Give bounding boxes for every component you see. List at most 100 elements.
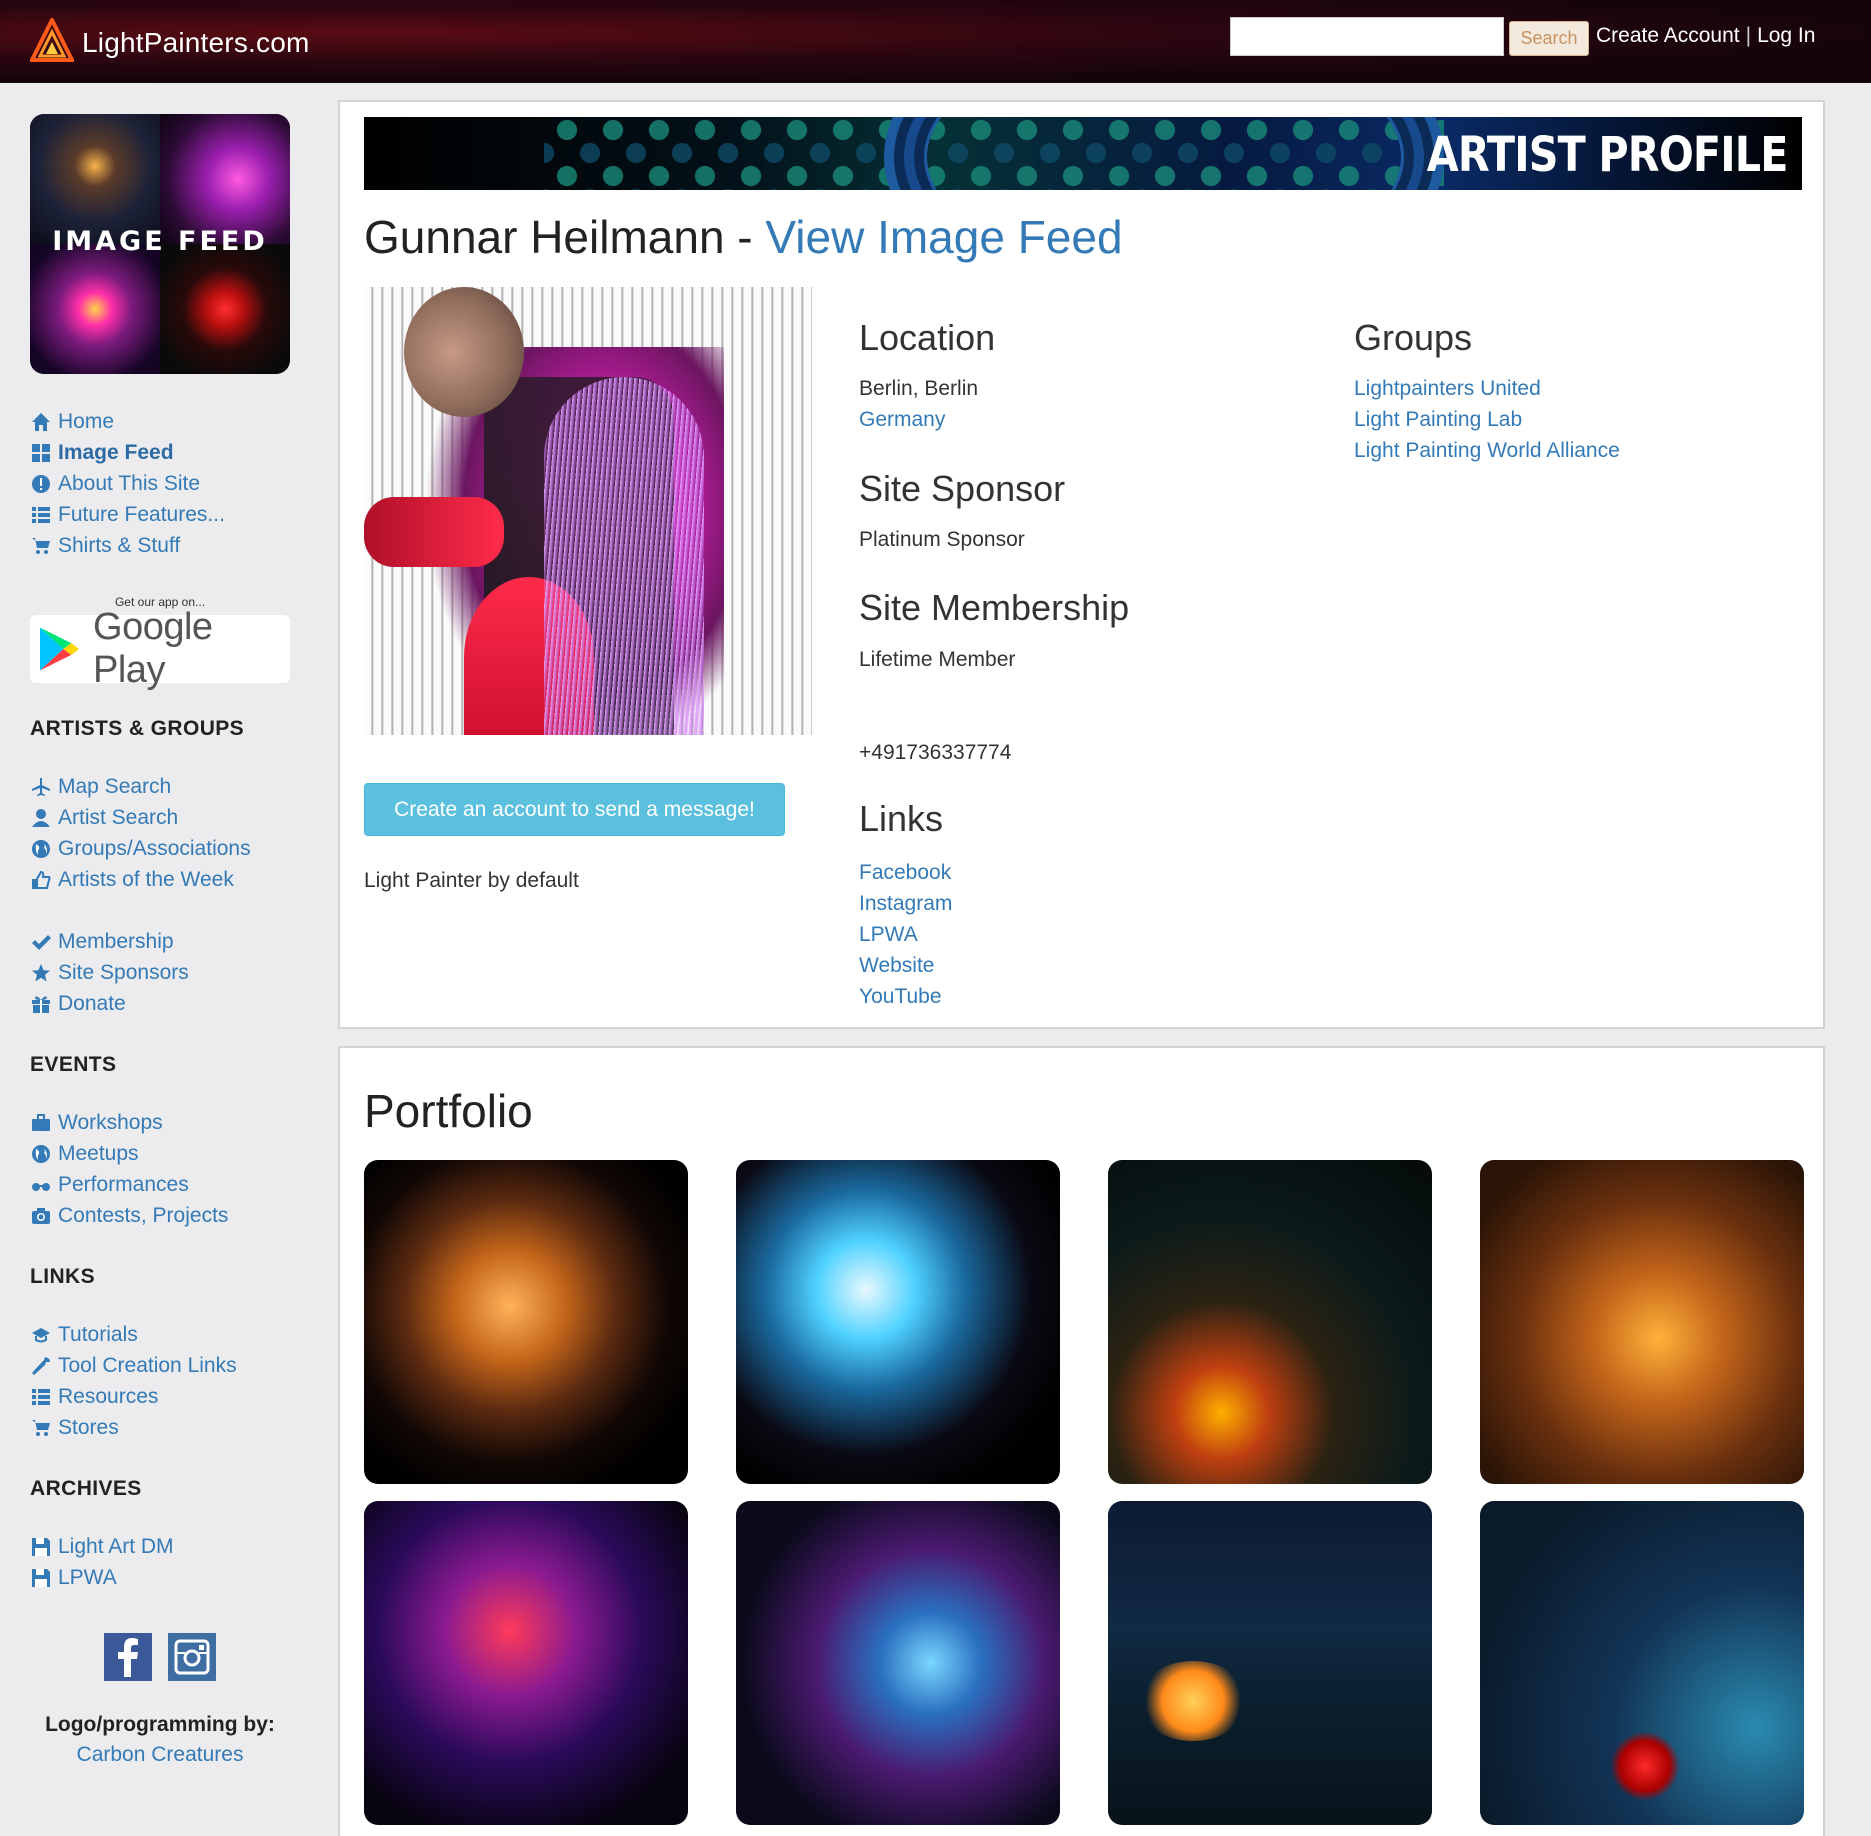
nav-label[interactable]: Image Feed [58,441,174,465]
globe-icon [30,1143,52,1165]
nav-label[interactable]: About This Site [58,472,200,496]
banner-image-1 [30,114,160,244]
nav-item-membership[interactable]: Membership [30,926,330,957]
group-link[interactable]: Lightpainters United [1354,373,1620,404]
nav-item-artists-of-week[interactable]: Artists of the Week [30,864,330,895]
create-account-link[interactable]: Create Account [1596,24,1740,47]
nav-label[interactable]: LPWA [58,1566,117,1590]
nav-label[interactable]: Groups/Associations [58,837,251,861]
nav-label[interactable]: Future Features... [58,503,225,527]
nav-label[interactable]: Stores [58,1416,119,1440]
search-button[interactable]: Search [1509,21,1589,56]
nav-item-meetups[interactable]: Meetups [30,1138,330,1169]
site-membership-heading: Site Membership [859,587,1130,628]
lpwa-link[interactable]: LPWA [859,919,952,950]
nav-item-performances[interactable]: Performances [30,1169,330,1200]
portfolio-thumbnail[interactable] [736,1160,1060,1484]
nav-label[interactable]: Contests, Projects [58,1204,228,1228]
nav-item-map-search[interactable]: Map Search [30,771,330,802]
portfolio-thumbnail[interactable] [1108,1160,1432,1484]
thumbs-up-icon [30,869,52,891]
nav-label[interactable]: Workshops [58,1111,163,1135]
nav-label[interactable]: Performances [58,1173,189,1197]
nav-item-workshops[interactable]: Workshops [30,1107,330,1138]
page-title: Gunnar Heilmann - View Image Feed [364,210,1123,264]
carbon-creatures-link[interactable]: Carbon Creatures [30,1743,290,1767]
floppy-icon [30,1536,52,1558]
nav-label[interactable]: Light Art DM [58,1535,174,1559]
portfolio-thumbnail[interactable] [1108,1501,1432,1825]
nav-item-future-features[interactable]: Future Features... [30,499,330,530]
sidebar: IMAGE FEED Home Image Feed About This Si… [30,114,330,1767]
instagram-link[interactable]: Instagram [859,888,952,919]
nav-item-contests[interactable]: Contests, Projects [30,1200,330,1231]
nav-item-site-sponsors[interactable]: Site Sponsors [30,957,330,988]
nav-item-shirts[interactable]: Shirts & Stuff [30,530,330,561]
nav-item-about[interactable]: About This Site [30,468,330,499]
group-link[interactable]: Light Painting World Alliance [1354,435,1620,466]
nav-label[interactable]: Tutorials [58,1323,138,1347]
log-in-link[interactable]: Log In [1757,24,1815,47]
nav-item-image-feed[interactable]: Image Feed [30,437,330,468]
send-message-button[interactable]: Create an account to send a message! [364,783,785,836]
credit-block: Logo/programming by: Carbon Creatures [30,1713,290,1767]
website-link[interactable]: Website [859,950,952,981]
nav-item-tool-creation[interactable]: Tool Creation Links [30,1350,330,1381]
check-icon [30,931,52,953]
nav-label[interactable]: Artist Search [58,806,178,830]
nav-label[interactable]: Artists of the Week [58,868,234,892]
membership-nav: Membership Site Sponsors Donate [30,926,330,1019]
artist-profile-panel: ARTIST PROFILE Gunnar Heilmann - View Im… [338,100,1825,1029]
thumbnail-boat-glow [1138,1661,1248,1741]
artist-profile-banner-title: ARTIST PROFILE [1427,127,1789,183]
portfolio-thumbnail[interactable] [1480,1501,1804,1825]
brand-home-link[interactable]: LightPainters.com [30,18,310,68]
portfolio-thumbnail[interactable] [364,1501,688,1825]
membership-level: Lifetime Member [859,648,1016,671]
nav-item-donate[interactable]: Donate [30,988,330,1019]
sponsor-level: Platinum Sponsor [859,528,1025,551]
location-country-link[interactable]: Germany [859,404,978,435]
nav-label[interactable]: Tool Creation Links [58,1354,237,1378]
nav-label[interactable]: Site Sponsors [58,961,189,985]
events-heading: EVENTS [30,1053,117,1076]
list-icon [30,1386,52,1408]
group-link[interactable]: Light Painting Lab [1354,404,1620,435]
nav-item-tutorials[interactable]: Tutorials [30,1319,330,1350]
instagram-icon[interactable] [168,1633,216,1681]
nav-item-home[interactable]: Home [30,406,330,437]
nav-label[interactable]: Donate [58,992,126,1016]
nav-label[interactable]: Map Search [58,775,171,799]
nav-item-lpwa[interactable]: LPWA [30,1562,330,1593]
nav-label[interactable]: Shirts & Stuff [58,534,180,558]
nav-item-artist-search[interactable]: Artist Search [30,802,330,833]
links-section: Links [859,798,943,840]
view-image-feed-link[interactable]: View Image Feed [765,211,1122,263]
facebook-icon[interactable] [104,1633,152,1681]
portfolio-thumbnail[interactable] [1480,1160,1804,1484]
links-list: Facebook Instagram LPWA Website YouTube [859,857,952,1012]
list-icon [30,504,52,526]
google-play-badge[interactable]: Google Play [30,606,290,691]
nav-item-stores[interactable]: Stores [30,1412,330,1443]
events-nav: Workshops Meetups Performances Contests,… [30,1107,330,1231]
nav-label[interactable]: Home [58,410,114,434]
grid-icon [30,442,52,464]
portfolio-thumbnail[interactable] [736,1501,1060,1825]
banner-image-2 [160,114,290,244]
artist-profile-banner: ARTIST PROFILE [364,117,1802,190]
nav-item-groups[interactable]: Groups/Associations [30,833,330,864]
nav-label[interactable]: Membership [58,930,174,954]
youtube-link[interactable]: YouTube [859,981,952,1012]
nav-item-light-art-dm[interactable]: Light Art DM [30,1531,330,1562]
banner-image-4 [160,244,290,374]
nav-label[interactable]: Meetups [58,1142,139,1166]
facebook-link[interactable]: Facebook [859,857,952,888]
nav-label[interactable]: Resources [58,1385,158,1409]
portfolio-thumbnail[interactable] [364,1160,688,1484]
phone-section: +491736337774 [859,737,1011,768]
search-input[interactable] [1230,17,1504,56]
credit-label: Logo/programming by: [45,1713,275,1736]
nav-item-resources[interactable]: Resources [30,1381,330,1412]
image-feed-banner[interactable]: IMAGE FEED [30,114,290,374]
